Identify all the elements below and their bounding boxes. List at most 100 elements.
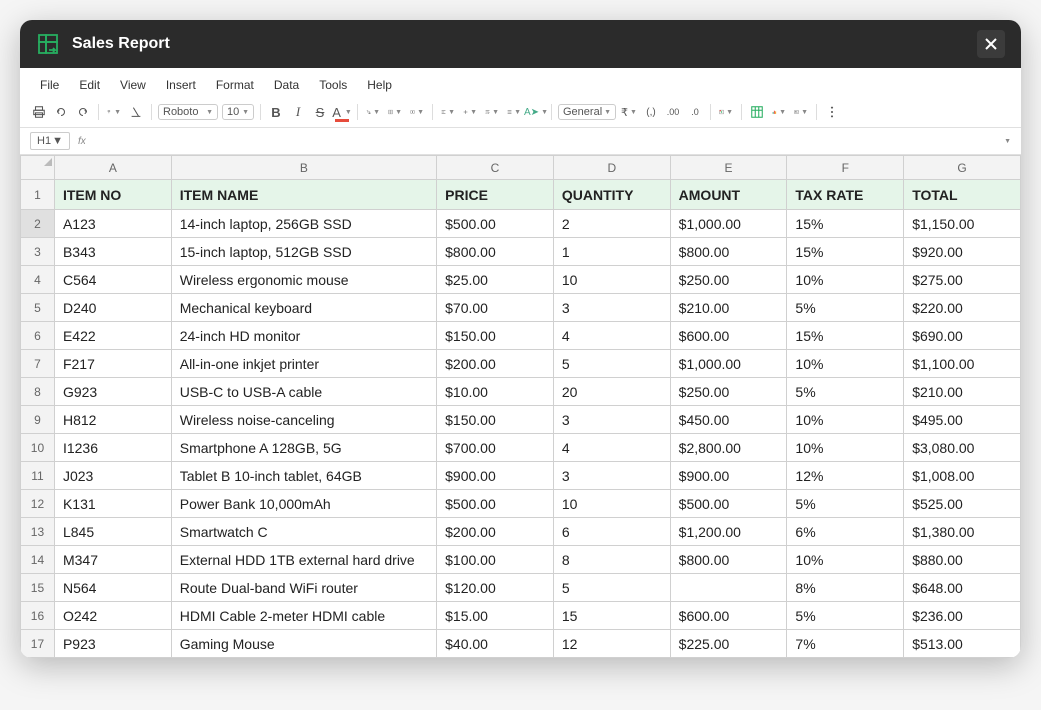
row-header[interactable]: 15: [21, 574, 55, 602]
cell[interactable]: 12: [553, 630, 670, 658]
cell[interactable]: $225.00: [670, 630, 787, 658]
col-header-f[interactable]: F: [787, 156, 904, 180]
cell[interactable]: $2,800.00: [670, 434, 787, 462]
cell[interactable]: Wireless ergonomic mouse: [171, 266, 436, 294]
cell[interactable]: 15-inch laptop, 512GB SSD: [171, 238, 436, 266]
cell[interactable]: AMOUNT: [670, 180, 787, 210]
cell[interactable]: $513.00: [904, 630, 1021, 658]
cell[interactable]: $210.00: [904, 378, 1021, 406]
cell[interactable]: $150.00: [437, 406, 554, 434]
cell[interactable]: P923: [54, 630, 171, 658]
cell[interactable]: $210.00: [670, 294, 787, 322]
cell[interactable]: 12%: [787, 462, 904, 490]
cell[interactable]: $600.00: [670, 322, 787, 350]
cell[interactable]: J023: [54, 462, 171, 490]
menu-help[interactable]: Help: [357, 74, 402, 96]
cell[interactable]: $500.00: [670, 490, 787, 518]
cell[interactable]: $1,200.00: [670, 518, 787, 546]
text-rotation-button[interactable]: ▼: [505, 103, 523, 121]
undo-icon[interactable]: [52, 103, 70, 121]
cell[interactable]: HDMI Cable 2-meter HDMI cable: [171, 602, 436, 630]
cell[interactable]: $500.00: [437, 490, 554, 518]
select-all-corner[interactable]: [21, 156, 55, 180]
row-header[interactable]: 11: [21, 462, 55, 490]
row-header[interactable]: 12: [21, 490, 55, 518]
cell[interactable]: 7%: [787, 630, 904, 658]
cell[interactable]: G923: [54, 378, 171, 406]
cell[interactable]: $525.00: [904, 490, 1021, 518]
bold-button[interactable]: B: [267, 103, 285, 121]
redo-icon[interactable]: [74, 103, 92, 121]
cell[interactable]: $1,100.00: [904, 350, 1021, 378]
cell[interactable]: $120.00: [437, 574, 554, 602]
cell[interactable]: $236.00: [904, 602, 1021, 630]
cell[interactable]: 10: [553, 490, 670, 518]
name-box[interactable]: H1▼: [30, 132, 70, 150]
insert-chart-button[interactable]: ▼: [770, 103, 788, 121]
cell[interactable]: TOTAL: [904, 180, 1021, 210]
cell[interactable]: E422: [54, 322, 171, 350]
row-header-1[interactable]: 1: [21, 180, 55, 210]
cell[interactable]: 10%: [787, 434, 904, 462]
row-header[interactable]: 7: [21, 350, 55, 378]
cell[interactable]: O242: [54, 602, 171, 630]
cell[interactable]: 4: [553, 322, 670, 350]
cell[interactable]: 15%: [787, 322, 904, 350]
cell[interactable]: [670, 574, 787, 602]
percent-button[interactable]: (,): [642, 103, 660, 121]
cell[interactable]: I1236: [54, 434, 171, 462]
cell[interactable]: $648.00: [904, 574, 1021, 602]
cell[interactable]: $700.00: [437, 434, 554, 462]
cell[interactable]: $600.00: [670, 602, 787, 630]
cell[interactable]: N564: [54, 574, 171, 602]
menu-format[interactable]: Format: [206, 74, 264, 96]
cell[interactable]: Gaming Mouse: [171, 630, 436, 658]
currency-button[interactable]: ₹▼: [620, 103, 638, 121]
number-format-select[interactable]: General▼: [558, 104, 616, 120]
cell[interactable]: $200.00: [437, 518, 554, 546]
cell[interactable]: 4: [553, 434, 670, 462]
cell[interactable]: 15%: [787, 210, 904, 238]
cell[interactable]: $15.00: [437, 602, 554, 630]
valign-button[interactable]: ▼: [461, 103, 479, 121]
decrease-decimal-button[interactable]: .00: [664, 103, 682, 121]
cell[interactable]: All-in-one inkjet printer: [171, 350, 436, 378]
cell[interactable]: M347: [54, 546, 171, 574]
cell[interactable]: L845: [54, 518, 171, 546]
cell[interactable]: $150.00: [437, 322, 554, 350]
cell[interactable]: 5: [553, 350, 670, 378]
cell[interactable]: ITEM NAME: [171, 180, 436, 210]
cell[interactable]: 5%: [787, 378, 904, 406]
cell[interactable]: K131: [54, 490, 171, 518]
cell[interactable]: 10%: [787, 406, 904, 434]
italic-button[interactable]: I: [289, 103, 307, 121]
cell[interactable]: $250.00: [670, 378, 787, 406]
increase-decimal-button[interactable]: .0: [686, 103, 704, 121]
menu-file[interactable]: File: [30, 74, 69, 96]
clear-format-icon[interactable]: [127, 103, 145, 121]
cell[interactable]: 1: [553, 238, 670, 266]
cell[interactable]: $690.00: [904, 322, 1021, 350]
cell[interactable]: 5%: [787, 490, 904, 518]
cell[interactable]: Tablet B 10-inch tablet, 64GB: [171, 462, 436, 490]
cell[interactable]: 3: [553, 294, 670, 322]
row-header[interactable]: 8: [21, 378, 55, 406]
cell[interactable]: $800.00: [670, 546, 787, 574]
cell[interactable]: F217: [54, 350, 171, 378]
cell[interactable]: $800.00: [437, 238, 554, 266]
row-header[interactable]: 17: [21, 630, 55, 658]
text-color-button[interactable]: A▼: [333, 103, 351, 121]
cell[interactable]: $880.00: [904, 546, 1021, 574]
cell[interactable]: C564: [54, 266, 171, 294]
wrap-text-button[interactable]: ▼: [483, 103, 501, 121]
cell[interactable]: PRICE: [437, 180, 554, 210]
insert-image-button[interactable]: ▼: [792, 103, 810, 121]
cell[interactable]: $500.00: [437, 210, 554, 238]
cell[interactable]: 15: [553, 602, 670, 630]
cell[interactable]: H812: [54, 406, 171, 434]
row-header[interactable]: 14: [21, 546, 55, 574]
cell[interactable]: Mechanical keyboard: [171, 294, 436, 322]
row-header[interactable]: 4: [21, 266, 55, 294]
halign-button[interactable]: ▼: [439, 103, 457, 121]
cell[interactable]: $70.00: [437, 294, 554, 322]
